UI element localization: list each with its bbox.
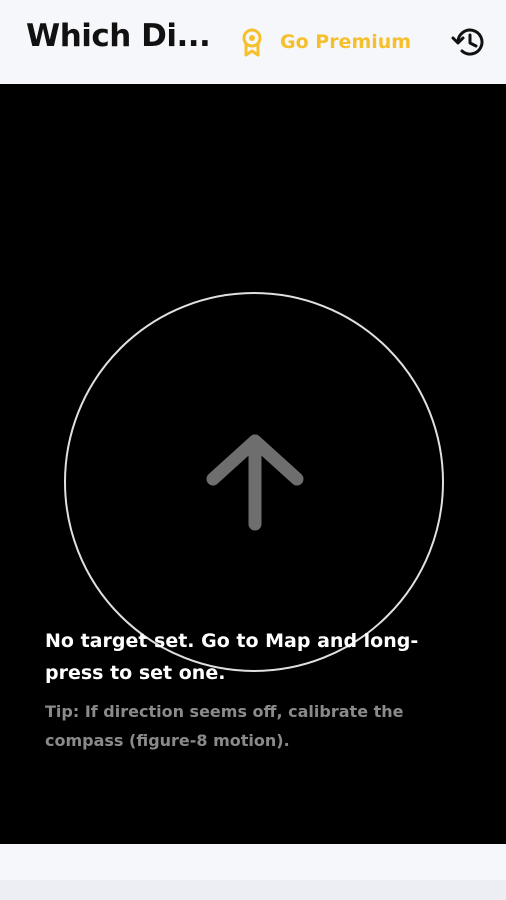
- no-target-message: No target set. Go to Map and long-press …: [45, 630, 419, 684]
- calibration-tip: Tip: If direction seems off, calibrate t…: [45, 702, 404, 750]
- go-premium-button[interactable]: Go Premium: [236, 24, 411, 60]
- app-title: Which Di...: [26, 18, 211, 54]
- app-bar: Which Di... Go Premium: [0, 0, 506, 84]
- go-premium-label: Go Premium: [280, 31, 412, 53]
- compass-panel: No target set. Go to Map and long-press …: [0, 84, 506, 844]
- award-badge-icon: [236, 26, 268, 58]
- arrow-up-icon: [200, 429, 310, 539]
- history-icon: [449, 22, 489, 62]
- history-button[interactable]: [449, 22, 489, 62]
- bottom-navigation-bar: [0, 880, 506, 900]
